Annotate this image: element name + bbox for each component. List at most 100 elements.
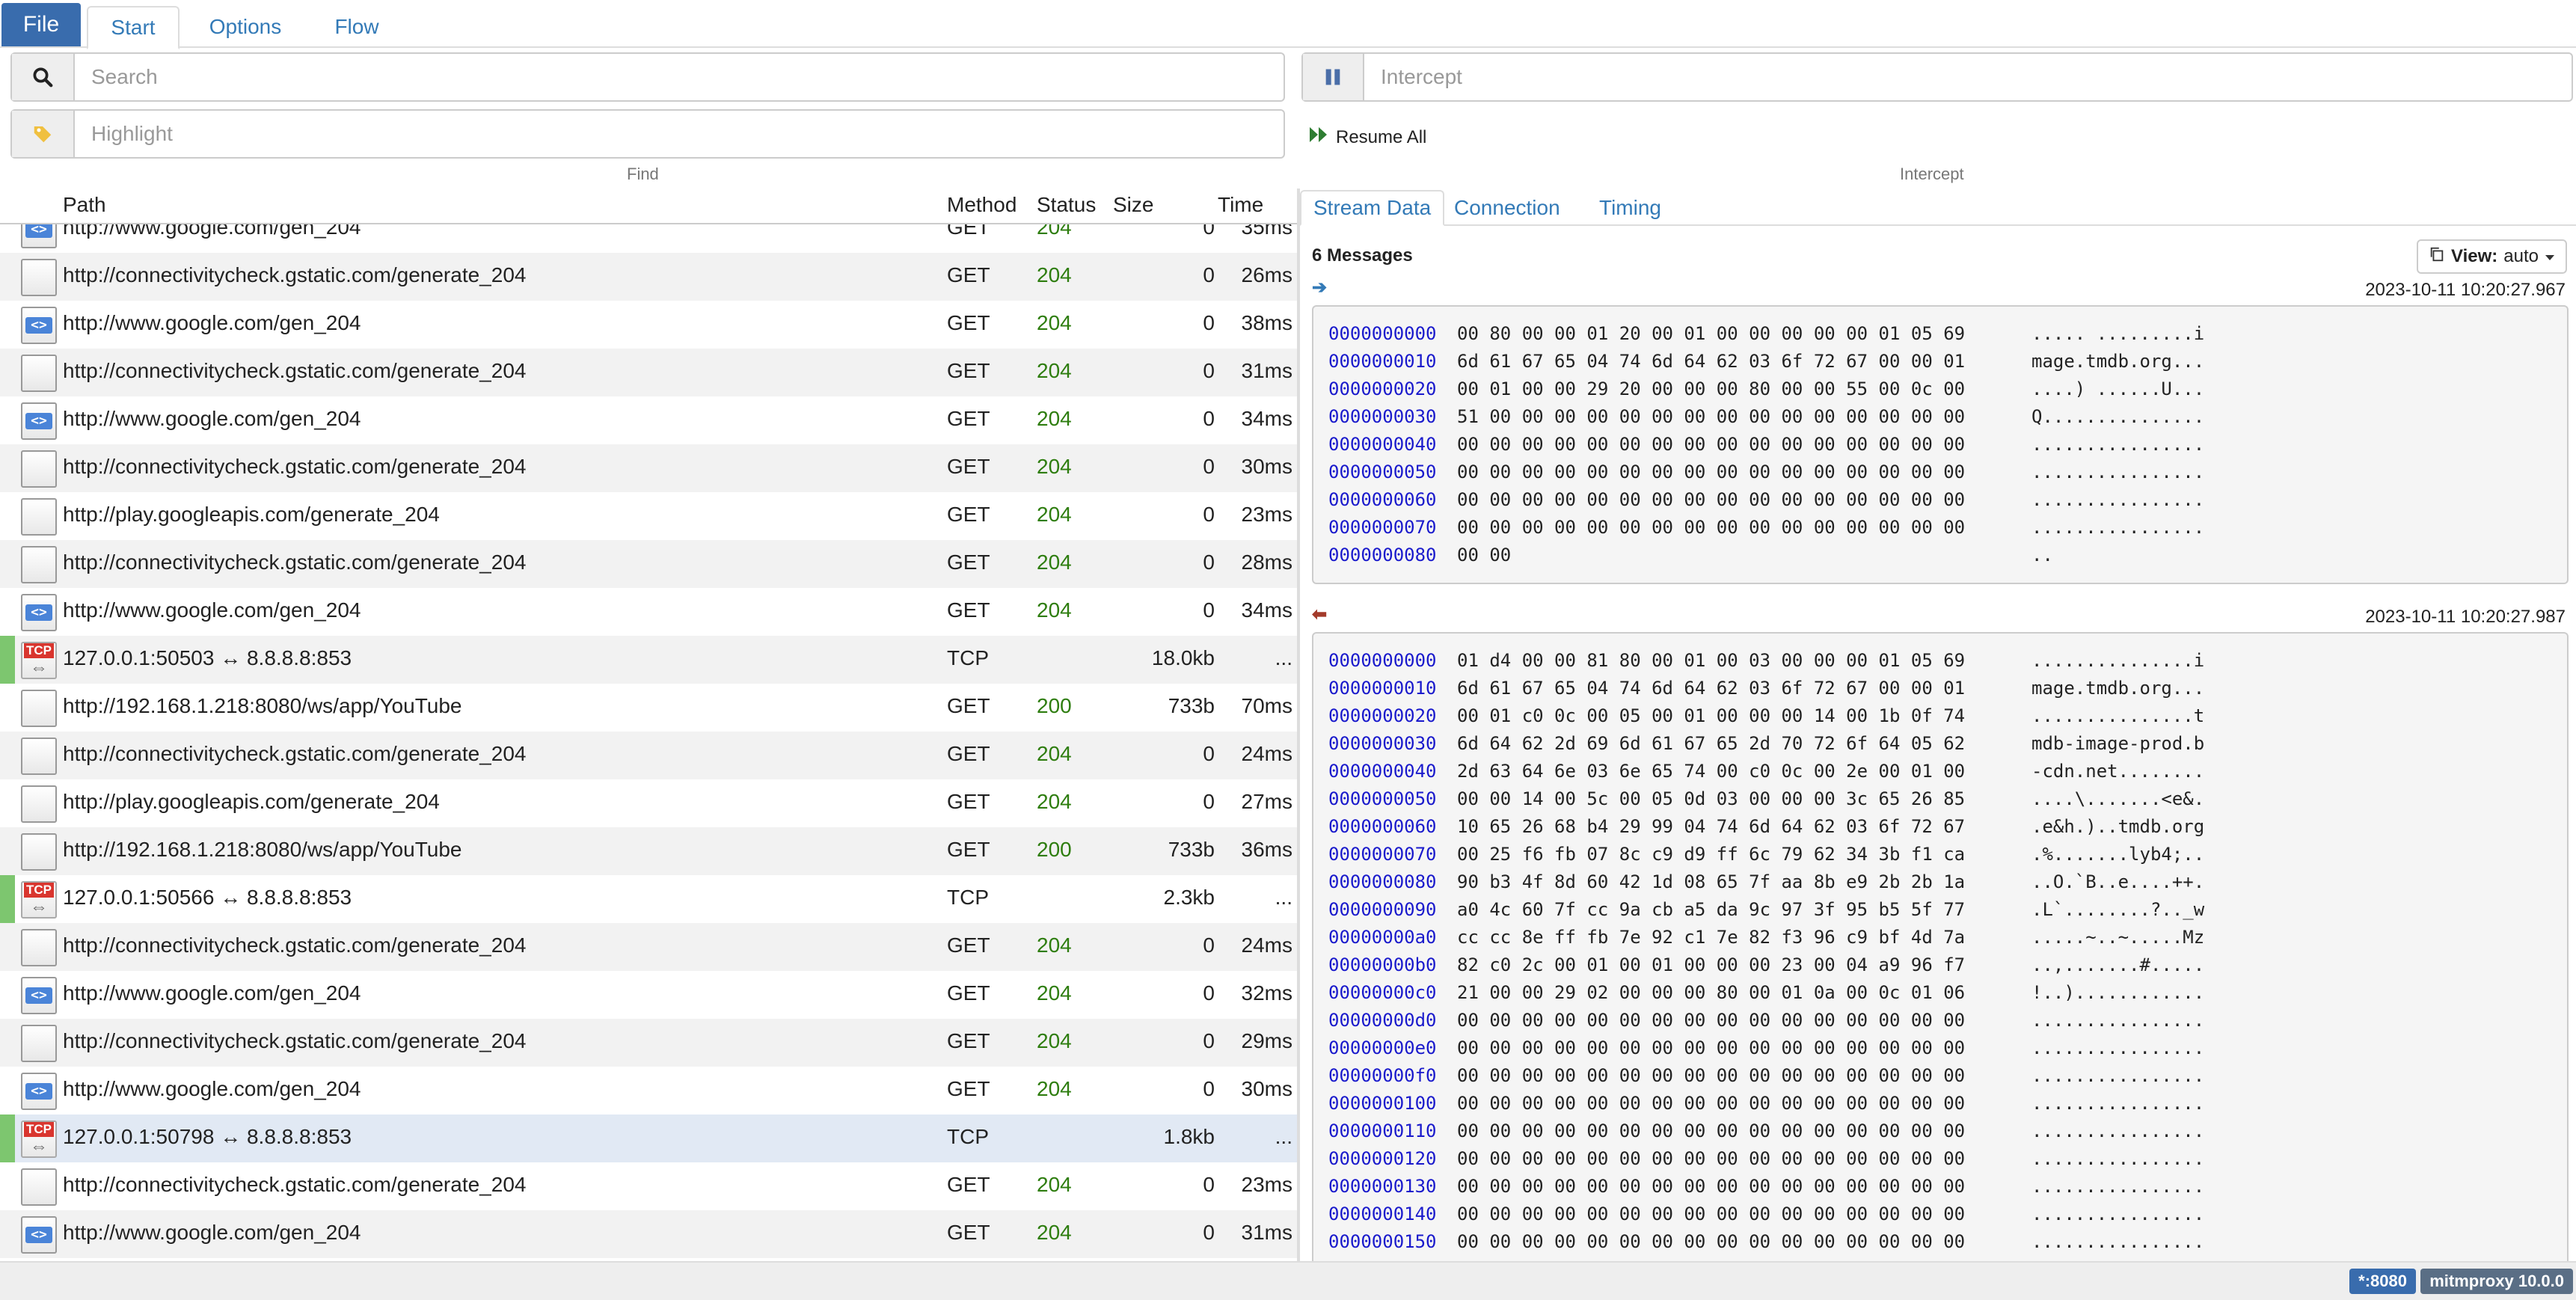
hex-line: 00000000e0 00 00 00 00 00 00 00 00 00 00 … xyxy=(1328,1037,2567,1065)
hex-line: 00000000b0 82 c0 2c 00 01 00 01 00 00 00 … xyxy=(1328,954,2567,982)
flow-row[interactable]: http://play.googleapis.com/generate_204 G… xyxy=(0,779,1297,827)
flow-row[interactable]: http://connectivitycheck.gstatic.com/gen… xyxy=(0,923,1297,971)
column-size[interactable]: Size xyxy=(1113,193,1153,217)
html-document-icon xyxy=(21,1216,57,1254)
hex-offset: 0000000050 xyxy=(1328,788,1437,809)
pause-icon[interactable] xyxy=(1303,54,1364,100)
flow-time: ... xyxy=(1275,1125,1292,1148)
flow-row[interactable]: TCP ⇔ 127.0.0.1:50566 ↔ 8.8.8.8:853 TCP 2.3k… xyxy=(0,875,1297,923)
flow-row[interactable]: http://www.google.com/gen_204 GET 204 0 30ms xyxy=(0,1067,1297,1114)
hex-offset: 0000000000 xyxy=(1328,323,1437,344)
intercept-field xyxy=(1301,52,2573,102)
column-status[interactable]: Status xyxy=(1037,193,1096,217)
flow-row[interactable]: http://connectivitycheck.gstatic.com/gen… xyxy=(0,1162,1297,1210)
flow-status: 204 xyxy=(1037,407,1072,430)
tab-flow[interactable]: Flow xyxy=(313,6,401,48)
hex-line: 0000000030 51 00 00 00 00 00 00 00 00 00 … xyxy=(1328,406,2567,434)
flow-path: http://connectivitycheck.gstatic.com/gen… xyxy=(63,742,527,765)
intercept-input[interactable] xyxy=(1364,54,2572,100)
flow-time: 24ms xyxy=(1241,742,1292,765)
resume-all-button[interactable]: Resume All xyxy=(1309,126,1426,149)
flow-row[interactable]: http://192.168.1.218:8080/ws/app/YouTube… xyxy=(0,827,1297,875)
flow-row[interactable]: http://www.google.com/gen_204 GET 204 0 34ms xyxy=(0,396,1297,444)
flow-path: http://192.168.1.218:8080/ws/app/YouTube xyxy=(63,694,462,717)
flow-size: 0 xyxy=(1203,598,1215,622)
flow-row[interactable]: http://www.google.com/gen_204 GET 204 0 34ms xyxy=(0,588,1297,636)
flow-path: http://connectivitycheck.gstatic.com/gen… xyxy=(63,455,527,478)
hex-bytes: 00 00 00 00 00 00 00 00 00 00 00 00 00 0… xyxy=(1457,1231,1966,1252)
hex-line: 00000000c0 21 00 00 29 02 00 00 00 80 00 … xyxy=(1328,982,2567,1010)
html-document-icon xyxy=(21,307,57,344)
hex-offset: 0000000060 xyxy=(1328,489,1437,510)
flow-row[interactable]: http://connectivitycheck.gstatic.com/gen… xyxy=(0,444,1297,492)
hex-bytes: 82 c0 2c 00 01 00 01 00 00 00 23 00 04 a… xyxy=(1457,954,1966,975)
flow-row[interactable]: http://connectivitycheck.gstatic.com/gen… xyxy=(0,1019,1297,1067)
flow-method: TCP xyxy=(947,646,989,669)
tab-stream-data[interactable]: Stream Data xyxy=(1300,190,1445,226)
hex-ascii: .L`........?.._w xyxy=(2031,899,2205,920)
flow-method: GET xyxy=(947,933,990,957)
hex-bytes: 00 00 00 00 00 00 00 00 00 00 00 00 00 0… xyxy=(1457,1065,1966,1086)
menu-bar: File Start Options Flow xyxy=(0,0,2576,49)
message-timestamp: 2023-10-11 10:20:27.987 xyxy=(2365,607,2566,627)
highlight-input[interactable] xyxy=(75,111,1284,157)
flow-size: 18.0kb xyxy=(1151,646,1215,669)
tab-start[interactable]: Start xyxy=(87,6,180,49)
hex-bytes: 00 01 00 00 29 20 00 00 00 80 00 00 55 0… xyxy=(1457,378,1966,399)
flow-status: 204 xyxy=(1037,311,1072,334)
flow-row[interactable]: http://connectivitycheck.gstatic.com/gen… xyxy=(0,253,1297,301)
find-group-label: Find xyxy=(627,165,659,183)
hex-line: 0000000080 00 00.. xyxy=(1328,545,2567,572)
flow-row[interactable]: http://www.google.com/gen_204 GET 204 0 38ms xyxy=(0,301,1297,349)
hex-ascii: ................ xyxy=(2031,489,2205,510)
column-method[interactable]: Method xyxy=(947,193,1016,217)
search-input[interactable] xyxy=(75,54,1284,100)
flow-row[interactable]: http://www.google.com/gen_204 GET 204 0 32ms xyxy=(0,971,1297,1019)
bidirectional-arrow-icon: ⇔ xyxy=(30,1136,48,1156)
column-time[interactable]: Time xyxy=(1218,193,1263,217)
flow-row[interactable]: TCP ⇔ 127.0.0.1:50798 ↔ 8.8.8.8:853 TCP 1.8k… xyxy=(0,1114,1297,1162)
flow-time: 28ms xyxy=(1241,551,1292,574)
column-path[interactable]: Path xyxy=(63,193,106,217)
flow-time: 26ms xyxy=(1241,263,1292,286)
flow-marker xyxy=(0,1114,15,1162)
flow-row[interactable]: http://play.googleapis.com/generate_204 G… xyxy=(0,492,1297,540)
flow-path: http://192.168.1.218:8080/ws/app/YouTube xyxy=(63,838,462,861)
flow-row[interactable]: http://connectivitycheck.gstatic.com/gen… xyxy=(0,732,1297,779)
hex-offset: 00000000f0 xyxy=(1328,1065,1437,1086)
flow-row[interactable]: http://connectivitycheck.gstatic.com/gen… xyxy=(0,349,1297,396)
hex-dump: 0000000000 01 d4 00 00 81 80 00 01 00 03 … xyxy=(1312,632,2569,1261)
tab-options[interactable]: Options xyxy=(193,6,298,48)
hex-ascii: .....~..~.....Mz xyxy=(2031,927,2205,948)
hex-line: 0000000040 00 00 00 00 00 00 00 00 00 00 … xyxy=(1328,434,2567,462)
flow-row[interactable]: http://www.google.com/gen_204 GET 204 0 31ms xyxy=(0,1210,1297,1258)
flow-status: 204 xyxy=(1037,263,1072,286)
hex-line: 0000000000 01 d4 00 00 81 80 00 01 00 03 … xyxy=(1328,650,2567,678)
flow-row[interactable]: http://192.168.1.218:8080/ws/app/YouTube… xyxy=(0,684,1297,732)
hex-line: 0000000080 90 b3 4f 8d 60 42 1d 08 65 7f … xyxy=(1328,871,2567,899)
flow-row[interactable]: http://connectivitycheck.gstatic.com/gen… xyxy=(0,540,1297,588)
view-mode-dropdown[interactable]: View: auto xyxy=(2417,239,2567,274)
flow-size: 0 xyxy=(1203,1029,1215,1052)
document-icon xyxy=(21,785,57,823)
flow-method: GET xyxy=(947,1221,990,1244)
hex-ascii: ................ xyxy=(2031,1093,2205,1114)
tab-timing[interactable]: Timing xyxy=(1587,190,1673,226)
hex-ascii: ................ xyxy=(2031,1176,2205,1197)
hex-ascii: !..)............ xyxy=(2031,982,2205,1003)
hex-offset: 00000000d0 xyxy=(1328,1010,1437,1031)
hex-ascii: ..,.......#..... xyxy=(2031,954,2205,975)
flow-time: ... xyxy=(1275,886,1292,909)
hex-offset: 0000000070 xyxy=(1328,517,1437,538)
resume-all-label: Resume All xyxy=(1336,126,1427,147)
hex-bytes: 00 00 00 00 00 00 00 00 00 00 00 00 00 0… xyxy=(1457,462,1966,482)
hex-offset: 0000000120 xyxy=(1328,1148,1437,1169)
flow-time: 30ms xyxy=(1241,1077,1292,1100)
flow-row[interactable]: TCP ⇔ 127.0.0.1:50503 ↔ 8.8.8.8:853 TCP 18.0… xyxy=(0,636,1297,684)
file-menu-button[interactable]: File xyxy=(1,3,81,46)
flow-method: GET xyxy=(947,981,990,1005)
tab-connection[interactable]: Connection xyxy=(1442,190,1572,226)
flow-time: 23ms xyxy=(1241,1173,1292,1196)
hex-ascii: .. xyxy=(2031,545,2053,565)
message-timestamp: 2023-10-11 10:20:27.967 xyxy=(2365,280,2566,300)
